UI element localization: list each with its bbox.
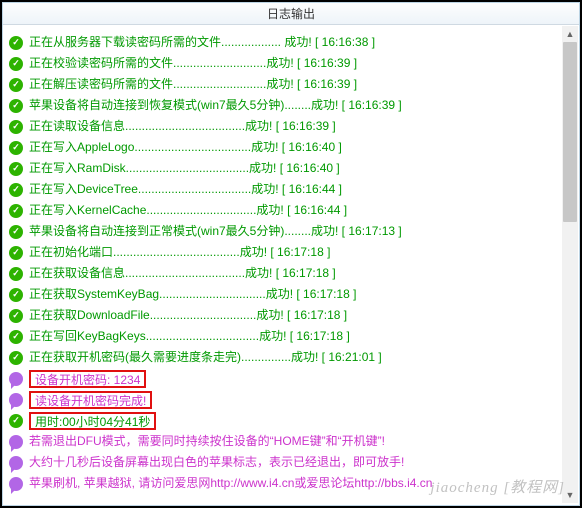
log-line: 正在获取SystemKeyBag........................… [9,284,557,305]
info-icon [9,477,23,491]
log-message: 设备开机密码: 1234 [29,370,146,388]
log-line: 正在获取设备信息................................… [9,263,557,284]
success-icon [9,99,23,113]
success-icon [9,414,23,428]
success-icon [9,120,23,134]
success-icon [9,246,23,260]
success-icon [9,309,23,323]
log-panel: 日志输出 正在从服务器下载读密码所需的文件.................. … [2,2,580,506]
log-message: 苹果设备将自动连接到正常模式(win7最久5分钟)........成功! [ 1… [29,221,402,242]
log-line: 苹果设备将自动连接到恢复模式(win7最久5分钟)........成功! [ 1… [9,95,557,116]
log-line: 正在获取开机密码(最久需要进度条走完)...............成功! [ … [9,347,557,368]
log-line: 正在读取设备信息................................… [9,116,557,137]
log-message: 用时:00小时04分41秒 [29,412,156,430]
log-message: 正在写入AppleLogo...........................… [29,137,342,158]
log-list: 正在从服务器下载读密码所需的文件.................. 成功! [… [5,26,561,503]
log-line: 苹果设备将自动连接到正常模式(win7最久5分钟)........成功! [ 1… [9,221,557,242]
log-message: 正在校验读密码所需的文件............................… [29,53,357,74]
log-message: 正在获取SystemKeyBag........................… [29,284,356,305]
scroll-down-arrow[interactable]: ▼ [562,487,578,503]
log-line: 正在校验读密码所需的文件............................… [9,53,557,74]
log-message: 正在写入RamDisk.............................… [29,158,340,179]
info-icon [9,456,23,470]
log-line: 正在写入DeviceTree..........................… [9,179,557,200]
log-message: 苹果设备将自动连接到恢复模式(win7最久5分钟)........成功! [ 1… [29,95,402,116]
log-message: 正在获取设备信息................................… [29,263,336,284]
info-icon [9,393,23,407]
log-line: 正在解压读密码所需的文件............................… [9,74,557,95]
success-icon [9,36,23,50]
log-message: 苹果刷机, 苹果越狱, 请访问爱思网http://www.i4.cn或爱思论坛h… [29,473,432,494]
log-line: 正在获取DownloadFile........................… [9,305,557,326]
success-icon [9,78,23,92]
log-line: 正在写入AppleLogo...........................… [9,137,557,158]
log-line: 正在初始化端口.................................… [9,242,557,263]
log-line: 读设备开机密码完成! [9,389,557,410]
success-icon [9,225,23,239]
success-icon [9,183,23,197]
success-icon [9,288,23,302]
log-message: 正在写入DeviceTree..........................… [29,179,342,200]
success-icon [9,57,23,71]
log-line: 用时:00小时04分41秒 [9,410,557,431]
log-message: 若需退出DFU模式，需要同时持续按住设备的“HOME键”和“开机键”! [29,431,385,452]
log-line: 若需退出DFU模式，需要同时持续按住设备的“HOME键”和“开机键”! [9,431,557,452]
info-icon [9,372,23,386]
scroll-thumb[interactable] [563,42,577,222]
log-message: 大约十几秒后设备屏幕出现白色的苹果标志，表示已经退出，即可放手! [29,452,404,473]
success-icon [9,204,23,218]
log-message: 正在写入KernelCache.........................… [29,200,347,221]
log-message: 正在获取DownloadFile........................… [29,305,347,326]
success-icon [9,141,23,155]
log-line: 正在从服务器下载读密码所需的文件.................. 成功! [… [9,32,557,53]
panel-title: 日志输出 [3,3,579,25]
success-icon [9,330,23,344]
log-line: 大约十几秒后设备屏幕出现白色的苹果标志，表示已经退出，即可放手! [9,452,557,473]
log-message: 正在写回KeyBagKeys..........................… [29,326,350,347]
log-message: 正在解压读密码所需的文件............................… [29,74,357,95]
log-message: 正在从服务器下载读密码所需的文件.................. 成功! [… [29,32,375,53]
success-icon [9,351,23,365]
log-message: 正在读取设备信息................................… [29,116,336,137]
log-line: 正在写入KernelCache.........................… [9,200,557,221]
log-line: 设备开机密码: 1234 [9,368,557,389]
log-message: 正在初始化端口.................................… [29,242,330,263]
log-message: 读设备开机密码完成! [29,391,152,409]
log-message: 正在获取开机密码(最久需要进度条走完)...............成功! [ … [29,347,382,368]
log-line: 苹果刷机, 苹果越狱, 请访问爱思网http://www.i4.cn或爱思论坛h… [9,473,557,494]
success-icon [9,267,23,281]
info-icon [9,435,23,449]
success-icon [9,162,23,176]
log-line: 正在写入RamDisk.............................… [9,158,557,179]
log-line: 正在写回KeyBagKeys..........................… [9,326,557,347]
vertical-scrollbar[interactable]: ▲ ▼ [562,26,578,503]
scroll-up-arrow[interactable]: ▲ [562,26,578,42]
